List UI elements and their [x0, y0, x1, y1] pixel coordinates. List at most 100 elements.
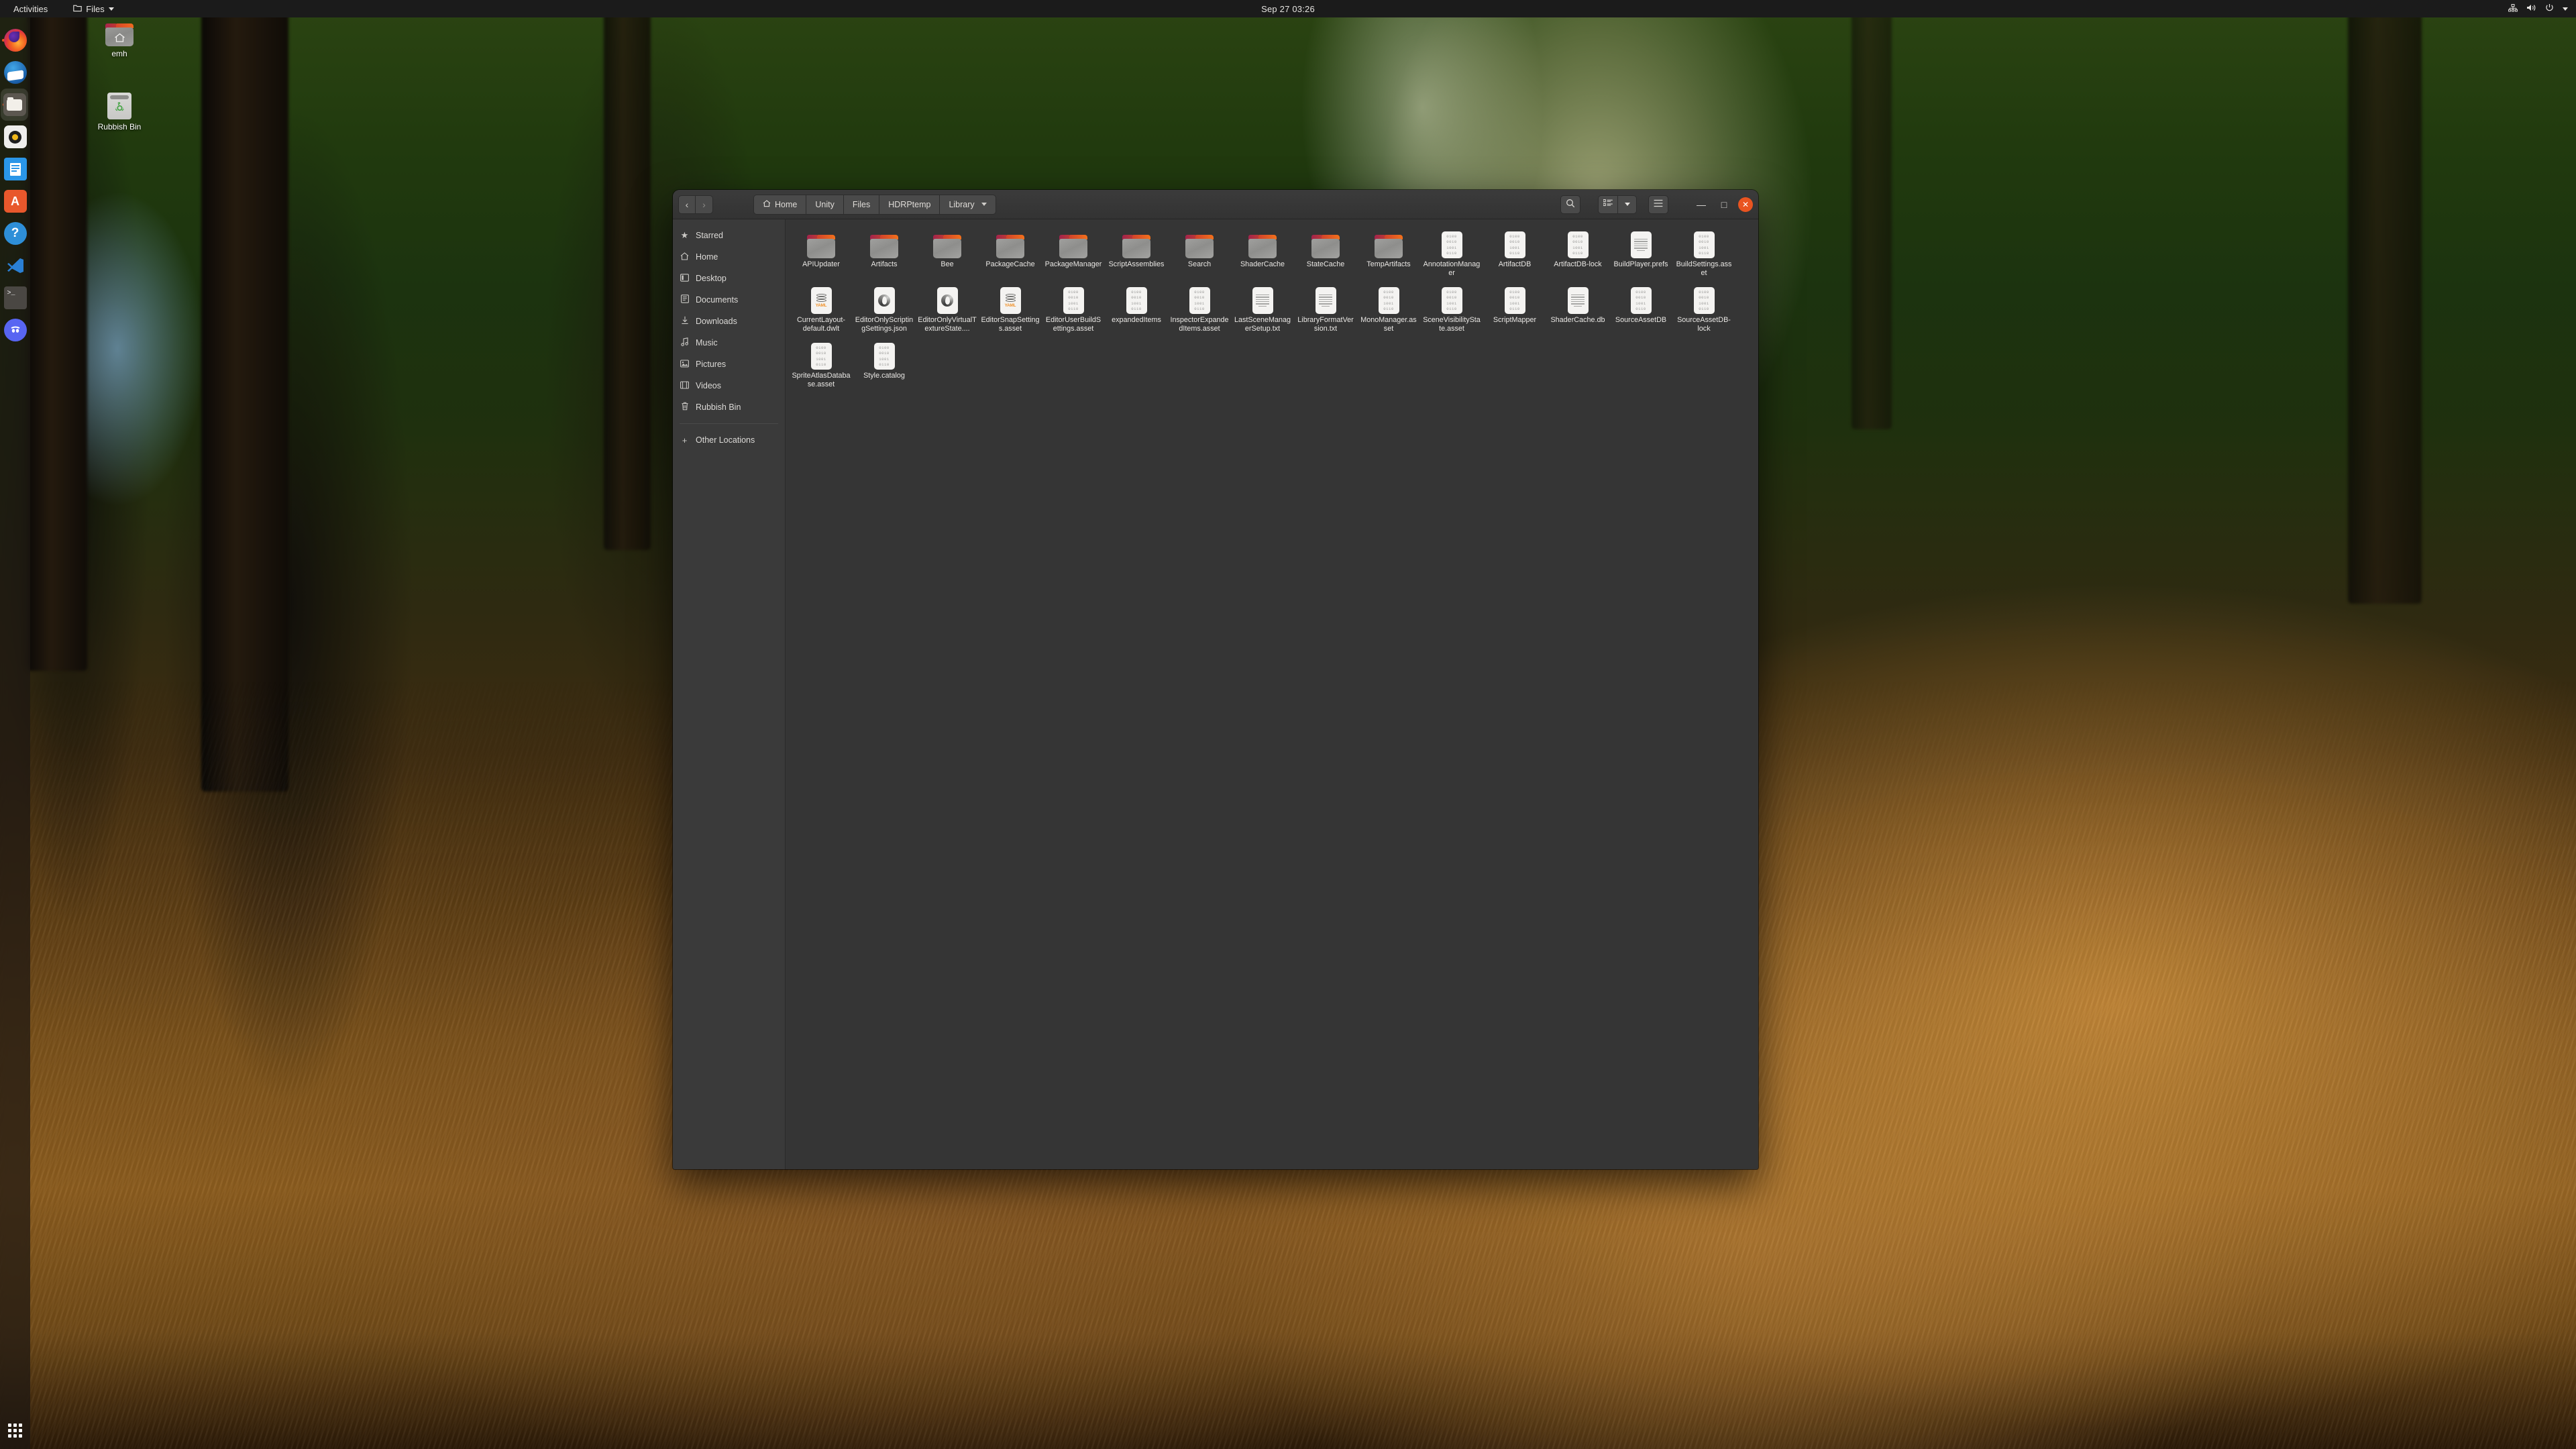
file-item[interactable]: PackageManager [1042, 225, 1105, 280]
sidebar-item-pictures[interactable]: Pictures [673, 354, 785, 375]
file-item[interactable]: 0100 0010 1001 0110 ArtifactDB-lock [1546, 225, 1609, 280]
file-item[interactable]: 0100 0010 1001 0110 BuildSettings.asset [1672, 225, 1735, 280]
dock-item-discord[interactable] [0, 314, 30, 346]
dock-item-ubuntu-software[interactable]: A [0, 185, 30, 217]
window-header-bar: ‹ › Home Unity Files HDRPtemp Library — … [673, 190, 1758, 219]
back-button[interactable]: ‹ [678, 195, 696, 214]
file-item[interactable]: 0100 0010 1001 0110 EditorUserBuildSettings.… [1042, 280, 1105, 336]
file-item[interactable]: 0100 0010 1001 0110 ArtifactDB [1483, 225, 1546, 280]
file-item[interactable]: 0100 0010 1001 0110 InspectorExpandedItems.a… [1168, 280, 1231, 336]
file-item[interactable]: 0100 0010 1001 0110 SceneVisibilityState.ass… [1420, 280, 1483, 336]
file-item[interactable]: 0100 0010 1001 0110 SourceAssetDB [1609, 280, 1672, 336]
file-item[interactable]: LastSceneManagerSetup.txt [1231, 280, 1294, 336]
music-icon [680, 337, 690, 348]
file-item[interactable]: YAML CurrentLayout-default.dwlt [790, 280, 853, 336]
file-icon-wrap [1548, 284, 1607, 314]
file-label: ArtifactDB-lock [1554, 260, 1602, 268]
breadcrumb-files[interactable]: Files [843, 194, 879, 215]
grid-view-button[interactable] [1598, 195, 1618, 214]
file-item[interactable]: Bee [916, 225, 979, 280]
sidebar-item-label: Desktop [696, 274, 727, 283]
sidebar-item-other-locations[interactable]: + Other Locations [673, 429, 785, 451]
minimize-button[interactable]: — [1693, 196, 1710, 213]
dock-item-rhythmbox[interactable] [0, 121, 30, 153]
file-item[interactable]: 0100 0010 1001 0110 expandedItems [1105, 280, 1168, 336]
forward-button[interactable]: › [696, 195, 713, 214]
breadcrumb-unity[interactable]: Unity [806, 194, 843, 215]
sidebar-item-downloads[interactable]: Downloads [673, 311, 785, 332]
file-item[interactable]: TempArtifacts [1357, 225, 1420, 280]
sidebar-item-label: Downloads [696, 317, 737, 326]
dock-item-help[interactable]: ? [0, 217, 30, 250]
system-indicators[interactable] [2508, 3, 2568, 14]
sidebar-item-music[interactable]: Music [673, 332, 785, 354]
yaml-file-icon: YAML [1000, 287, 1021, 314]
sidebar-item-desktop[interactable]: Desktop [673, 268, 785, 289]
binary-file-icon: 0100 0010 1001 0110 [1441, 287, 1462, 314]
file-item[interactable]: EditorOnlyScriptingSettings.json [853, 280, 916, 336]
file-item[interactable]: PackageCache [979, 225, 1042, 280]
dock-item-vscode[interactable] [0, 250, 30, 282]
search-button[interactable] [1560, 195, 1580, 214]
view-dropdown-button[interactable] [1618, 195, 1637, 214]
sidebar-item-starred[interactable]: ★ Starred [673, 225, 785, 246]
file-item[interactable]: LibraryFormatVersion.txt [1294, 280, 1357, 336]
folder-icon [1311, 235, 1340, 258]
sidebar-item-home[interactable]: Home [673, 246, 785, 268]
file-item[interactable]: 0100 0010 1001 0110 AnnotationManager [1420, 225, 1483, 280]
file-manager-window: ‹ › Home Unity Files HDRPtemp Library — … [673, 190, 1758, 1169]
breadcrumb-hdrptemp[interactable]: HDRPtemp [879, 194, 940, 215]
file-label: Style.catalog [863, 372, 905, 380]
dock-item-terminal[interactable]: >_ [0, 282, 30, 314]
file-view[interactable]: APIUpdater Artifacts Bee PackageCache Packag… [786, 219, 1758, 1169]
dock-item-firefox[interactable] [0, 24, 30, 56]
file-item[interactable]: 0100 0010 1001 0110 ScriptMapper [1483, 280, 1546, 336]
file-label: ShaderCache [1240, 260, 1285, 268]
file-item[interactable]: 0100 0010 1001 0110 SourceAssetDB-lock [1672, 280, 1735, 336]
dock-item-files[interactable] [1, 89, 28, 121]
file-label: SourceAssetDB [1615, 316, 1667, 324]
breadcrumb-library[interactable]: Library [939, 194, 996, 215]
file-item[interactable]: BuildPlayer.prefs [1609, 225, 1672, 280]
dock-item-thunderbird[interactable] [0, 56, 30, 89]
file-icon-wrap [1170, 229, 1229, 258]
file-item[interactable]: ShaderCache [1231, 225, 1294, 280]
file-item[interactable]: Artifacts [853, 225, 916, 280]
sidebar-item-documents[interactable]: Documents [673, 289, 785, 311]
dock-item-libreoffice-writer[interactable] [0, 153, 30, 185]
sidebar-divider [680, 423, 778, 424]
trash-icon [107, 93, 131, 119]
file-item[interactable]: StateCache [1294, 225, 1357, 280]
folder-icon [996, 235, 1024, 258]
rhythmbox-icon [3, 125, 27, 148]
main-menu-button[interactable] [1648, 195, 1668, 214]
sidebar-item-rubbish-bin[interactable]: Rubbish Bin [673, 396, 785, 418]
json-file-icon [936, 287, 958, 314]
home-icon [763, 199, 771, 209]
file-item[interactable]: 0100 0010 1001 0110 Style.catalog [853, 336, 916, 392]
file-item[interactable]: ShaderCache.db [1546, 280, 1609, 336]
file-item[interactable]: 0100 0010 1001 0110 MonoManager.asset [1357, 280, 1420, 336]
file-item[interactable]: Search [1168, 225, 1231, 280]
discord-icon [3, 319, 27, 341]
file-item[interactable]: APIUpdater [790, 225, 853, 280]
show-applications-button[interactable] [0, 1417, 30, 1444]
file-item[interactable]: YAML EditorSnapSettings.asset [979, 280, 1042, 336]
file-item[interactable]: 0100 0010 1001 0110 SpriteAtlasDatabase.asse… [790, 336, 853, 392]
desktop-icon-trash[interactable]: Rubbish Bin [91, 93, 148, 131]
sidebar-item-videos[interactable]: Videos [673, 375, 785, 396]
file-icon-wrap [1359, 229, 1418, 258]
json-file-icon [873, 287, 895, 314]
desktop-icon-home[interactable]: emh [91, 23, 148, 58]
file-item[interactable]: ScriptAssemblies [1105, 225, 1168, 280]
maximize-button[interactable]: □ [1715, 196, 1733, 213]
file-icon-wrap: 0100 0010 1001 0110 [1044, 284, 1103, 314]
clock-button[interactable]: Sep 27 03:26 [0, 4, 2576, 14]
file-item[interactable]: EditorOnlyVirtualTextureState.... [916, 280, 979, 336]
search-icon [1566, 199, 1575, 210]
breadcrumb-home[interactable]: Home [753, 194, 806, 215]
breadcrumb-label: HDRPtemp [888, 199, 931, 209]
view-mode-group [1598, 195, 1637, 214]
file-icon-wrap [918, 284, 977, 314]
close-button[interactable]: ✕ [1738, 197, 1753, 212]
